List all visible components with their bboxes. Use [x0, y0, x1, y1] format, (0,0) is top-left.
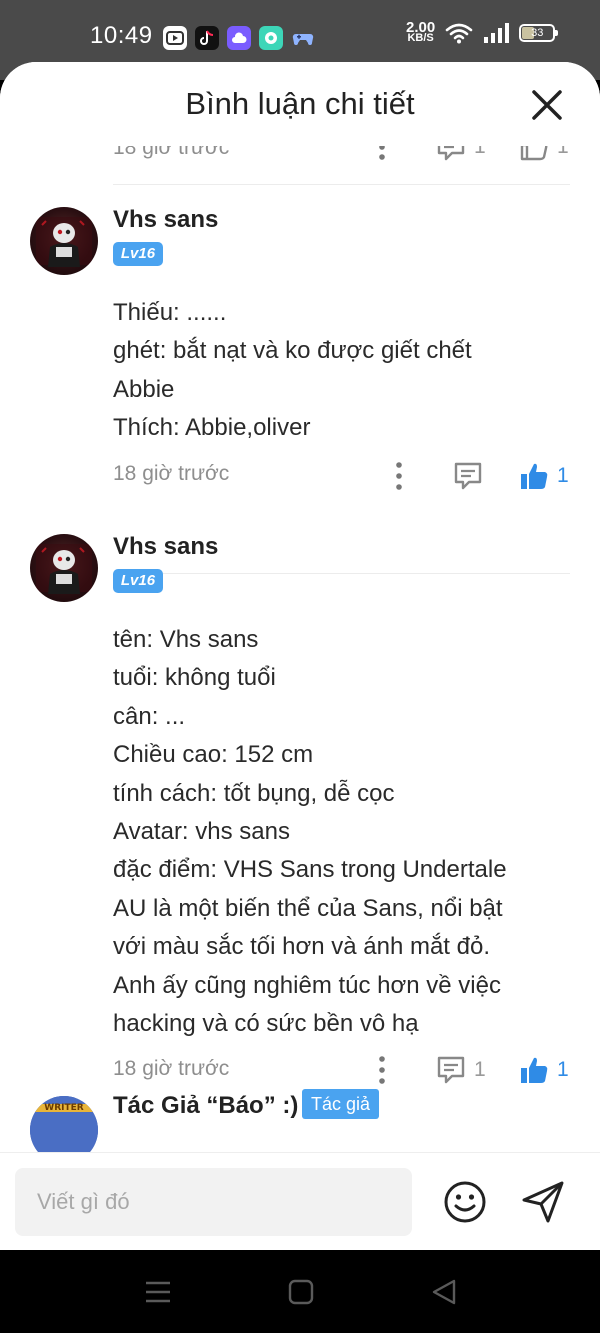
- more-vertical-icon: [379, 146, 385, 160]
- menu-icon: [146, 1281, 170, 1303]
- comment-input[interactable]: [15, 1168, 412, 1236]
- comment-line: hacking và có sức bền vô hạ: [113, 1010, 419, 1038]
- avatar[interactable]: [30, 207, 98, 275]
- emoji-icon: [444, 1181, 486, 1223]
- comment-detail-sheet: Bình luận chi tiết 18 giờ trước 1 1 Vhs …: [0, 62, 600, 1250]
- avatar[interactable]: [30, 534, 98, 602]
- comment-line: đặc điểm: VHS Sans trong Undertale: [113, 856, 507, 884]
- comment-author[interactable]: Vhs sans: [113, 533, 218, 561]
- previous-more-button[interactable]: [376, 146, 388, 160]
- level-badge: Lv16: [113, 242, 163, 266]
- writer-badge-icon: WRITER: [30, 1096, 98, 1152]
- sheet-title: Bình luận chi tiết: [185, 86, 415, 121]
- game-controller-icon: [291, 26, 315, 50]
- previous-comment-timestamp: 18 giờ trước: [113, 146, 230, 159]
- comment-author[interactable]: Tác Giả “Báo” :): [113, 1092, 298, 1120]
- system-navigation-bar: [0, 1250, 600, 1333]
- previous-like-button[interactable]: 1: [519, 146, 569, 162]
- avatar-image: [36, 217, 92, 267]
- network-speed: 2.00 KB/S: [406, 20, 435, 44]
- close-icon: [532, 90, 562, 120]
- battery-icon: 33: [519, 24, 559, 42]
- comment-author[interactable]: Vhs sans: [113, 206, 218, 234]
- previous-reply-button[interactable]: 1: [436, 146, 486, 162]
- send-icon: [522, 1181, 564, 1223]
- avatar-image: [36, 544, 92, 594]
- level-badge: Lv16: [113, 569, 163, 593]
- reply-button[interactable]: 1: [436, 1055, 486, 1085]
- comment-line: ghét: bắt nạt và ko được giết chết: [113, 337, 472, 365]
- comment-body: tên: Vhs sans tuổi: không tuổi cân: ... …: [113, 621, 553, 1043]
- back-button[interactable]: [430, 1278, 458, 1306]
- comment-timestamp: 18 giờ trước: [113, 1057, 230, 1080]
- comment-input-bar: [0, 1152, 600, 1250]
- previous-reply-count: 1: [474, 146, 486, 158]
- recents-button[interactable]: [144, 1278, 172, 1306]
- thumbs-up-icon: [521, 1057, 548, 1083]
- sheet-header: Bình luận chi tiết: [0, 62, 600, 146]
- comment-input-container: [15, 1168, 412, 1236]
- comment-timestamp: 18 giờ trước: [113, 462, 230, 485]
- comment-line: với màu sắc tối hơn và ánh mắt đỏ.: [113, 933, 490, 961]
- comment-line: tính cách: tốt bụng, dễ cọc: [113, 779, 395, 807]
- cloud-app-icon: [227, 26, 251, 50]
- battery-level: 33: [531, 27, 544, 39]
- tiktok-icon: [195, 26, 219, 50]
- wifi-icon: [445, 23, 473, 44]
- comment-line: cân: ...: [113, 702, 186, 730]
- more-vertical-icon: [379, 1056, 385, 1084]
- emoji-button[interactable]: [443, 1180, 487, 1224]
- home-button[interactable]: [287, 1278, 315, 1306]
- like-count: 1: [557, 1058, 569, 1081]
- like-button[interactable]: 1: [519, 461, 569, 491]
- status-time: 10:49: [90, 22, 153, 49]
- comment-line: Anh ấy cũng nghiêm túc hơn về việc: [113, 971, 501, 999]
- more-button[interactable]: [376, 1056, 388, 1084]
- thumbs-up-icon: [521, 463, 548, 489]
- status-app-icons: [163, 26, 315, 50]
- like-button[interactable]: 1: [519, 1055, 569, 1085]
- signal-icon: [484, 23, 510, 43]
- chat-app-icon: [259, 26, 283, 50]
- comment-icon: [437, 1056, 465, 1084]
- more-button[interactable]: [393, 462, 405, 490]
- divider: [113, 184, 570, 185]
- thumbs-up-outline-icon: [520, 146, 548, 161]
- avatar-label: WRITER: [44, 1103, 83, 1113]
- comment-line: tuổi: không tuổi: [113, 664, 276, 692]
- comment-line: tên: Vhs sans: [113, 626, 259, 653]
- comment-list[interactable]: 18 giờ trước 1 1 Vhs sans Lv16 Thiếu: ..…: [0, 146, 600, 1152]
- divider: [113, 573, 570, 574]
- comment-line: Chiều cao: 152 cm: [113, 741, 314, 769]
- comment-icon: [437, 146, 465, 161]
- status-indicators: 2.00 KB/S 33: [406, 20, 559, 44]
- more-vertical-icon: [396, 462, 402, 490]
- comment-line: Abbie: [113, 375, 175, 403]
- comment-line: AU là một biến thể của Sans, nổi bật: [113, 894, 503, 922]
- comment-line: Thiếu: ......: [113, 299, 227, 326]
- reply-count: 1: [474, 1058, 486, 1081]
- media-app-icon: [163, 26, 187, 50]
- divider: [0, 1152, 600, 1153]
- close-button[interactable]: [526, 84, 568, 126]
- comment-line: Thích: Abbie,oliver: [113, 414, 311, 442]
- home-square-icon: [288, 1279, 314, 1305]
- comment-icon: [454, 462, 482, 490]
- author-badge: Tác giả: [302, 1089, 380, 1119]
- send-button[interactable]: [520, 1180, 566, 1224]
- comment-body: Thiếu: ...... ghét: bắt nạt và ko được g…: [113, 294, 553, 448]
- back-triangle-icon: [432, 1279, 456, 1305]
- reply-button[interactable]: [453, 461, 491, 491]
- comment-line: Avatar: vhs sans: [113, 818, 290, 846]
- previous-like-count: 1: [557, 146, 569, 158]
- like-count: 1: [557, 464, 569, 487]
- network-speed-unit: KB/S: [407, 32, 434, 44]
- avatar[interactable]: WRITER: [30, 1096, 98, 1152]
